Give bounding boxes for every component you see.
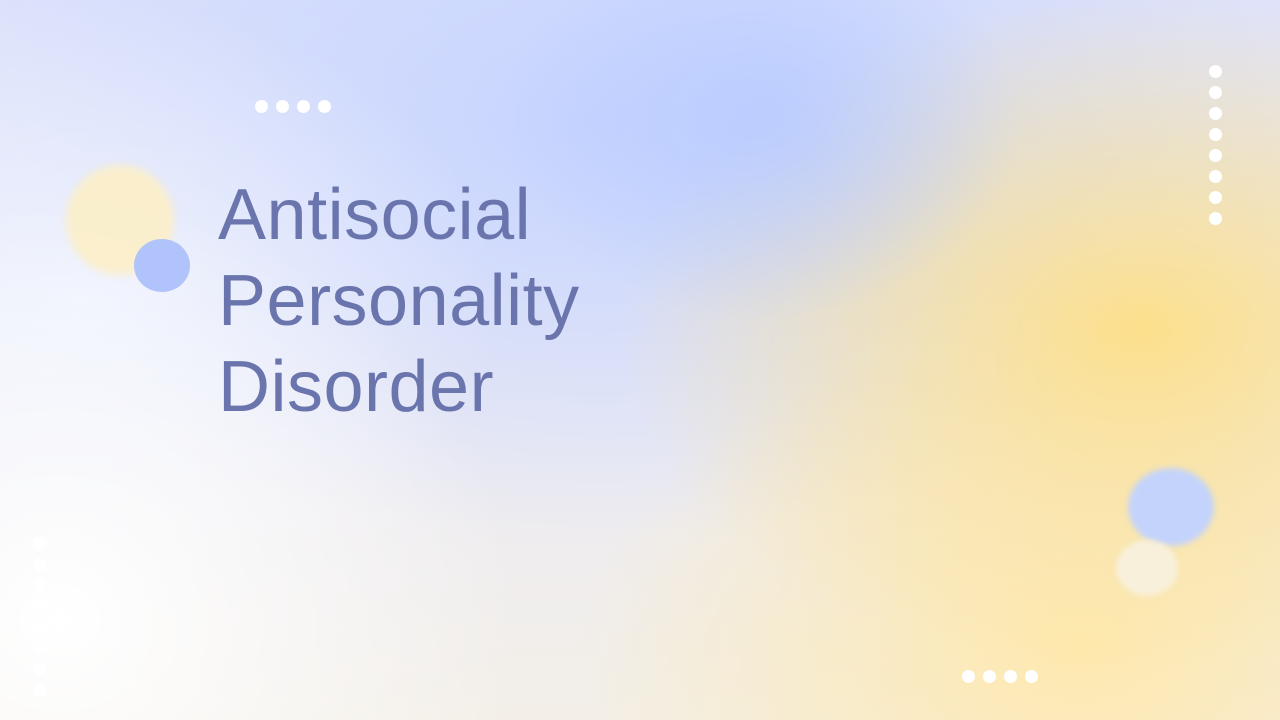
title-line-3: Disorder — [218, 347, 495, 427]
blue-circle-decoration-right — [1128, 468, 1214, 546]
dot — [1004, 670, 1017, 683]
dot — [33, 579, 46, 592]
dot — [33, 621, 46, 634]
title-line-1: Antisocial — [218, 175, 532, 255]
dot — [1209, 86, 1222, 99]
dot — [33, 600, 46, 613]
dot — [33, 642, 46, 655]
dot — [962, 670, 975, 683]
dot — [33, 558, 46, 571]
dot — [1209, 191, 1222, 204]
dot — [1209, 107, 1222, 120]
blue-circle-decoration — [134, 239, 190, 292]
cream-circle-decoration-right — [1116, 540, 1178, 596]
slide: Antisocial Personality Disorder — [0, 0, 1280, 720]
dot — [1209, 65, 1222, 78]
dot — [318, 100, 331, 113]
dots-row-bottom — [962, 670, 1042, 684]
dot — [33, 537, 46, 550]
dot — [297, 100, 310, 113]
dot — [983, 670, 996, 683]
dots-column-right — [1209, 65, 1223, 229]
slide-title: Antisocial Personality Disorder — [218, 172, 738, 430]
dot — [255, 100, 268, 113]
title-line-2: Personality — [218, 261, 580, 341]
dot — [1209, 149, 1222, 162]
dot — [1209, 128, 1222, 141]
dot — [1025, 670, 1038, 683]
dot — [1209, 212, 1222, 225]
dot — [276, 100, 289, 113]
dot — [33, 684, 46, 697]
dots-column-left — [33, 537, 47, 701]
dots-row-top — [255, 100, 335, 114]
dot — [33, 663, 46, 676]
dot — [1209, 170, 1222, 183]
